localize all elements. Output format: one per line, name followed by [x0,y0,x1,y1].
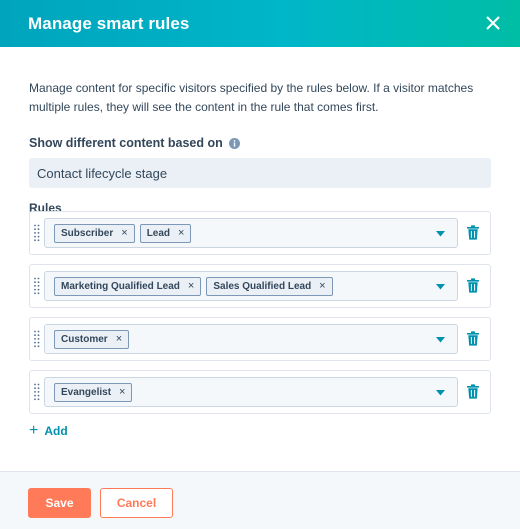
tag-label: Evangelist [61,387,112,398]
criteria-select[interactable]: Contact lifecycle stage [29,158,491,188]
tag: Customer × [54,330,130,349]
remove-tag-icon[interactable]: × [121,228,127,239]
remove-tag-icon[interactable]: × [319,281,325,292]
tag-label: Marketing Qualified Lead [61,281,180,292]
tag-label: Sales Qualified Lead [213,281,312,292]
modal-title: Manage smart rules [28,13,190,33]
chevron-down-icon[interactable] [436,390,445,396]
tag: Lead × [139,224,192,243]
modal-footer: Save Cancel [0,471,520,529]
rule-value-select[interactable]: Evangelist × [44,377,458,407]
criteria-label: Show different content based on [29,135,491,151]
close-icon[interactable] [482,12,504,34]
rule-row: Marketing Qualified Lead × Sales Qualified… [29,264,491,308]
tag: Subscriber × [54,224,135,243]
trash-icon[interactable] [466,331,480,346]
tag-label: Customer [61,334,108,345]
remove-tag-icon[interactable]: × [119,387,125,398]
tag-list: Subscriber × Lead × [54,224,192,243]
trash-icon[interactable] [466,384,480,399]
rule-value-select[interactable]: Marketing Qualified Lead × Sales Qualified… [44,271,458,301]
rule-row: Subscriber × Lead × [29,211,491,255]
tag-list: Customer × [54,330,130,349]
add-rule-label: Add [44,424,68,438]
drag-handle-icon[interactable] [34,277,40,295]
tag-label: Lead [146,228,171,239]
rule-row: Customer × [29,317,491,361]
remove-tag-icon[interactable]: × [116,334,122,345]
trash-icon[interactable] [466,225,480,240]
plus-icon: + [29,422,39,439]
tag-list: Marketing Qualified Lead × Sales Qualified… [54,277,333,296]
tag: Marketing Qualified Lead × [54,277,202,296]
trash-icon[interactable] [466,278,480,293]
rule-value-select[interactable]: Subscriber × Lead × [44,218,458,248]
remove-tag-icon[interactable]: × [178,228,184,239]
cancel-button[interactable]: Cancel [100,488,173,518]
drag-handle-icon[interactable] [34,330,40,348]
chevron-down-icon[interactable] [436,231,445,237]
drag-handle-icon[interactable] [34,383,40,401]
add-rule-button[interactable]: + Add [29,423,68,439]
save-button[interactable]: Save [28,488,91,518]
chevron-down-icon[interactable] [436,337,445,343]
tag: Sales Qualified Lead × [206,277,333,296]
chevron-down-icon[interactable] [436,284,445,290]
tag-label: Subscriber [61,228,114,239]
criteria-value: Contact lifecycle stage [37,165,168,181]
modal-body: Manage content for specific visitors spe… [29,47,491,439]
drag-handle-icon[interactable] [34,224,40,242]
rule-row: Evangelist × [29,370,491,414]
criteria-label-text: Show different content based on [29,136,223,150]
info-icon[interactable] [228,137,240,149]
rule-value-select[interactable]: Customer × [44,324,458,354]
modal-header: Manage smart rules [0,0,520,47]
remove-tag-icon[interactable]: × [188,281,194,292]
tag-list: Evangelist × [54,383,133,402]
description-text: Manage content for specific visitors spe… [29,81,474,114]
tag: Evangelist × [54,383,133,402]
